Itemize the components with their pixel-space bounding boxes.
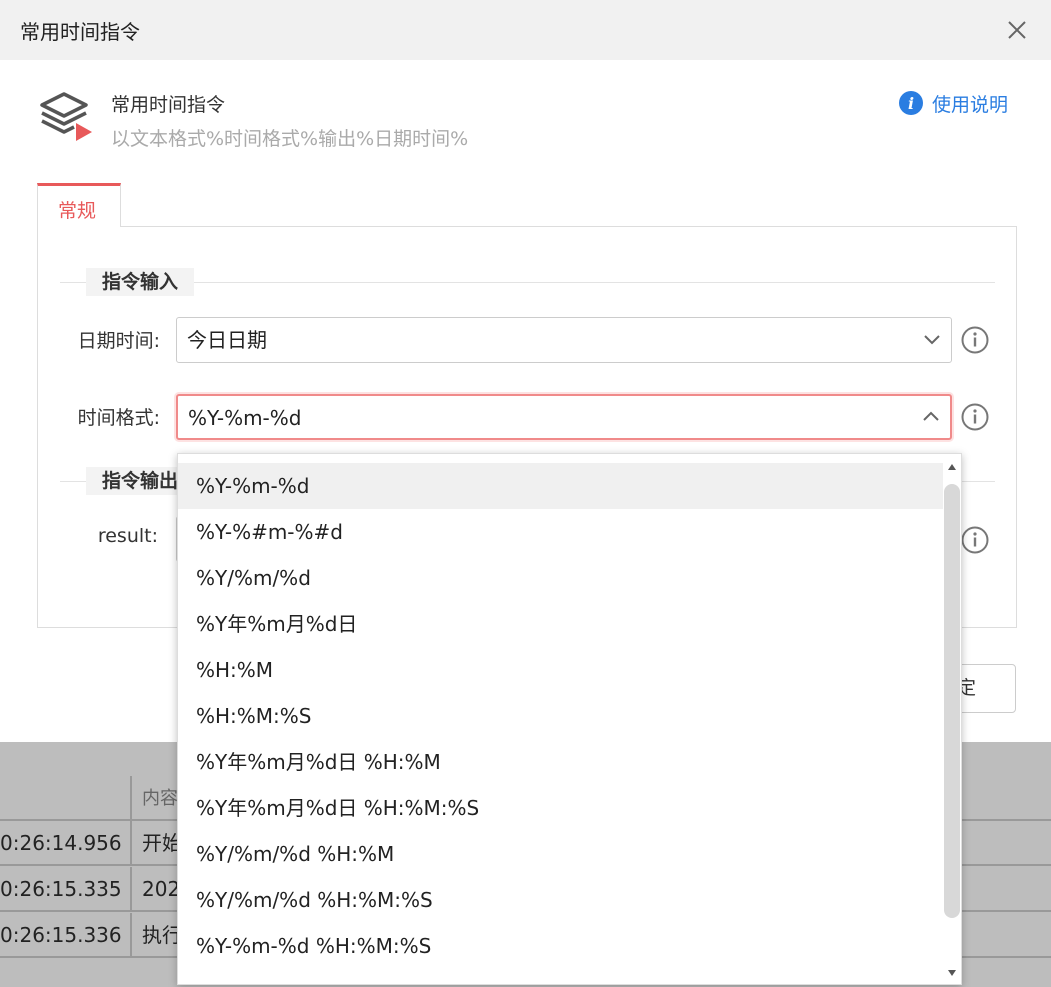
log-time: 0:26:14.956 — [0, 821, 132, 864]
divider — [60, 282, 995, 283]
datetime-label: 日期时间: — [77, 330, 160, 352]
help-link[interactable]: i 使用说明 — [898, 89, 1008, 117]
format-options: %Y-%m-%d %Y-%#m-%#d %Y/%m/%d %Y年%m月%d日 %… — [178, 463, 943, 969]
info-outline-icon[interactable] — [961, 526, 989, 554]
dropdown-option[interactable]: %H:%M — [178, 647, 943, 693]
format-select-value: %Y-%m-%d — [188, 406, 302, 430]
result-label: result: — [97, 525, 158, 547]
dropdown-option[interactable]: %Y/%m/%d %H:%M — [178, 831, 943, 877]
format-select[interactable]: %Y-%m-%d — [176, 394, 952, 440]
tab-general[interactable]: 常规 — [37, 183, 121, 227]
command-description: 以文本格式%时间格式%输出%日期时间% — [111, 128, 469, 150]
close-icon[interactable] — [1003, 16, 1031, 44]
chevron-down-icon — [924, 335, 940, 345]
log-time: 0:26:15.335 — [0, 867, 132, 910]
section-input-title: 指令输入 — [86, 268, 195, 296]
dialog-titlebar: 常用时间指令 — [0, 0, 1051, 60]
help-link-label: 使用说明 — [932, 93, 1009, 116]
dropdown-option[interactable]: %Y-%m-%d %H:%M:%S — [178, 923, 943, 969]
format-dropdown: %Y-%m-%d %Y-%#m-%#d %Y/%m/%d %Y年%m月%d日 %… — [177, 453, 962, 985]
dropdown-scrollbar[interactable] — [943, 454, 961, 984]
svg-text:i: i — [908, 94, 914, 113]
datetime-select[interactable]: 今日日期 — [176, 317, 952, 363]
scroll-down-arrow-icon[interactable] — [948, 970, 956, 976]
dialog-title: 常用时间指令 — [20, 20, 140, 44]
info-outline-icon[interactable] — [961, 403, 989, 431]
log-time: 0:26:15.336 — [0, 913, 132, 956]
tab-general-label: 常规 — [58, 200, 97, 222]
format-label: 时间格式: — [77, 407, 160, 429]
dropdown-option[interactable]: %Y/%m/%d %H:%M:%S — [178, 877, 943, 923]
datetime-select-value: 今日日期 — [187, 328, 267, 352]
info-icon: i — [899, 91, 923, 115]
log-header-time — [0, 776, 132, 819]
scroll-up-arrow-icon[interactable] — [948, 464, 956, 470]
dropdown-option[interactable]: %Y-%#m-%#d — [178, 509, 943, 555]
dropdown-option[interactable]: %Y年%m月%d日 %H:%M — [178, 739, 943, 785]
dropdown-option[interactable]: %H:%M:%S — [178, 693, 943, 739]
command-name: 常用时间指令 — [111, 94, 226, 116]
dropdown-option[interactable]: %Y年%m月%d日 — [178, 601, 943, 647]
section-input: 指令输入 — [60, 268, 995, 296]
layers-play-icon — [40, 92, 92, 141]
dropdown-option[interactable]: %Y/%m/%d — [178, 555, 943, 601]
info-outline-icon[interactable] — [961, 326, 989, 354]
chevron-up-icon — [923, 411, 939, 421]
dropdown-option[interactable]: %Y年%m月%d日 %H:%M:%S — [178, 785, 943, 831]
scrollbar-thumb[interactable] — [944, 484, 960, 918]
dropdown-option[interactable]: %Y-%m-%d — [178, 463, 943, 509]
